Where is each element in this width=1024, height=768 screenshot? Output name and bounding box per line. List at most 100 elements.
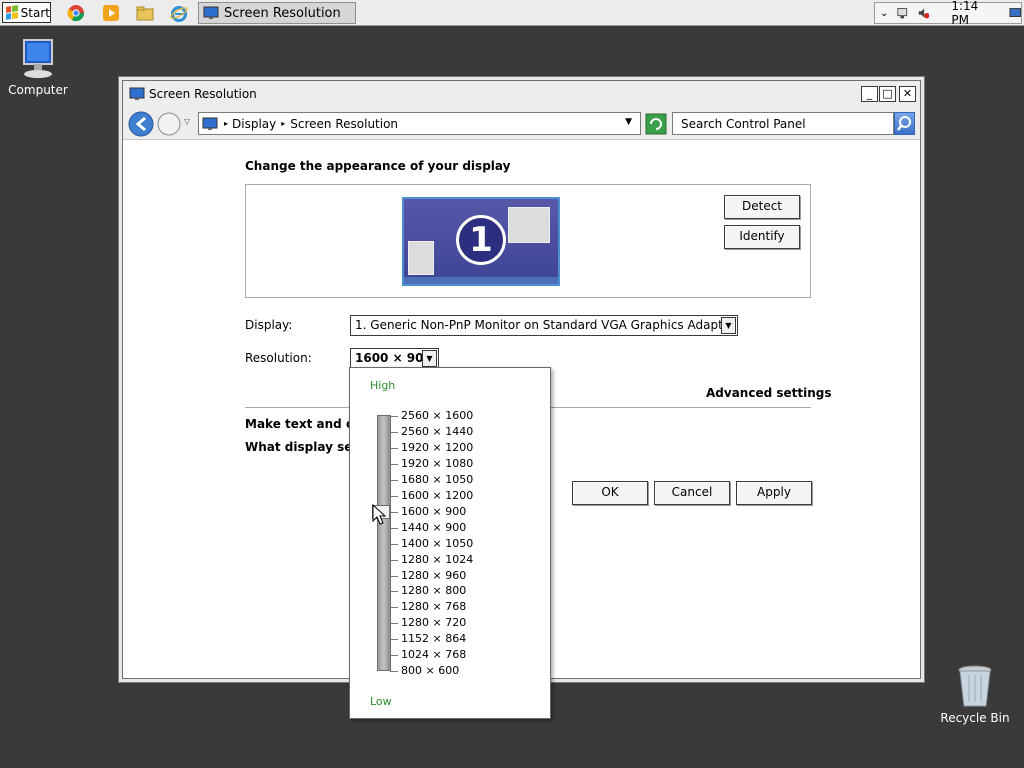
detect-button[interactable]: Detect [724, 195, 800, 219]
high-label: High [370, 379, 396, 392]
close-button[interactable]: ✕ [899, 86, 916, 102]
resolution-select[interactable]: 1600 × 900 ▼ [350, 348, 439, 369]
resolution-select-value: 1600 × 900 [355, 351, 432, 365]
system-tray: ⌄ 1:14 PM [874, 0, 1022, 27]
mouse-cursor-icon [372, 504, 387, 525]
resolution-option[interactable]: 1280 × 960 [401, 568, 466, 584]
resolution-tick [390, 495, 398, 497]
resolution-option[interactable]: 1600 × 900 [401, 504, 466, 520]
resolution-option[interactable]: 1920 × 1080 [401, 456, 473, 472]
resolution-tick [390, 639, 398, 641]
address-dropdown-icon[interactable]: ▼ [625, 117, 632, 127]
resolution-tick [390, 655, 398, 657]
computer-icon [23, 39, 53, 78]
resolution-option[interactable]: 1280 × 800 [401, 583, 466, 599]
ok-button[interactable]: OK [572, 481, 648, 505]
resolution-tick [390, 463, 398, 465]
desktop-icon-label: Computer [8, 83, 68, 97]
resolution-tick [390, 575, 398, 577]
resolution-option[interactable]: 1280 × 1024 [401, 552, 473, 568]
chevron-down-icon[interactable]: ▼ [422, 350, 437, 367]
search-input[interactable]: Search Control Panel [672, 112, 894, 135]
minimize-button[interactable]: _ [861, 86, 878, 102]
monitor-number: 1 [456, 215, 506, 265]
chrome-icon[interactable] [67, 4, 85, 22]
resolution-tick [390, 416, 398, 417]
resolution-option[interactable]: 800 × 600 [401, 663, 459, 679]
resolution-option[interactable]: 1280 × 720 [401, 615, 466, 631]
resolution-option[interactable]: 2560 × 1600 [401, 408, 473, 424]
forward-arrow-icon[interactable] [157, 110, 183, 138]
show-desktop-icon[interactable] [1008, 7, 1021, 19]
resolution-option[interactable]: 1280 × 768 [401, 599, 466, 615]
back-arrow-icon[interactable] [127, 110, 157, 138]
taskbar-button-label: Screen Resolution [224, 5, 341, 21]
start-button[interactable]: Start [2, 2, 51, 23]
breadcrumb-separator-icon: ▸ [224, 119, 229, 128]
taskbar-screen-resolution-button[interactable]: Screen Resolution [198, 2, 356, 24]
display-icon [129, 87, 145, 100]
internet-explorer-icon[interactable] [170, 4, 188, 22]
resolution-option[interactable]: 1440 × 900 [401, 520, 466, 536]
resolution-option[interactable]: 1024 × 768 [401, 647, 466, 663]
desktop-icon-recycle-bin[interactable]: Recycle Bin [938, 664, 1012, 725]
desktop-icon-label: Recycle Bin [940, 711, 1010, 725]
resolution-option[interactable]: 1920 × 1200 [401, 440, 473, 456]
chevron-down-icon[interactable]: ⌄ [880, 8, 888, 19]
resolution-option[interactable]: 2560 × 1440 [401, 424, 473, 440]
resolution-option[interactable]: 1152 × 864 [401, 631, 466, 647]
resolution-tick [390, 591, 398, 593]
recycle-bin-icon [958, 665, 992, 707]
resolution-tick [390, 479, 398, 481]
resolution-tick [390, 543, 398, 545]
resolution-tick [390, 559, 398, 561]
clock[interactable]: 1:14 PM [951, 0, 994, 27]
window-titlebar[interactable]: Screen Resolution _ □ ✕ [123, 81, 920, 108]
chevron-down-icon[interactable]: ▼ [721, 317, 736, 334]
advanced-settings-link[interactable]: Advanced settings [706, 386, 832, 400]
display-select-value: 1. Generic Non-PnP Monitor on Standard V… [355, 318, 736, 332]
search-button[interactable] [894, 112, 915, 135]
resolution-tick [390, 671, 398, 673]
resolution-option[interactable]: 1400 × 1050 [401, 536, 473, 552]
breadcrumb-screen-resolution[interactable]: Screen Resolution [290, 117, 398, 131]
window-title: Screen Resolution [149, 87, 257, 101]
start-label: Start [20, 5, 50, 20]
display-icon [203, 6, 219, 19]
desktop-icon-computer[interactable]: Computer [4, 38, 72, 97]
page-heading: Change the appearance of your display [245, 159, 511, 173]
preview-window-graphic [508, 207, 550, 243]
address-bar-area: ▽ ▸ Display ▸ Screen Resolution ▼ Search… [123, 108, 920, 140]
cancel-button[interactable]: Cancel [654, 481, 730, 505]
media-player-icon[interactable] [102, 4, 120, 22]
apply-button[interactable]: Apply [736, 481, 812, 505]
refresh-icon[interactable] [645, 113, 667, 135]
resolution-slider-track[interactable] [377, 415, 391, 671]
preview-window-graphic [408, 241, 434, 275]
recent-pages-chevron-icon[interactable]: ▽ [184, 117, 190, 126]
resolution-tick [390, 527, 398, 529]
identify-button[interactable]: Identify [724, 225, 800, 249]
search-icon [897, 116, 911, 131]
resolution-tick [390, 607, 398, 609]
control-panel-icon [202, 117, 218, 130]
low-label: Low [370, 695, 392, 708]
volume-muted-icon[interactable] [917, 6, 930, 20]
resolution-dropdown[interactable]: High 2560 × 1600 2560 × 1440 1920 × 1200 19… [349, 367, 551, 719]
preview-taskbar-graphic [404, 277, 558, 284]
address-field[interactable]: ▸ Display ▸ Screen Resolution ▼ [198, 112, 641, 135]
display-label: Display: [245, 318, 293, 332]
monitor-1-preview[interactable]: 1 [402, 197, 560, 286]
breadcrumb-display[interactable]: Display [232, 117, 276, 131]
maximize-button[interactable]: □ [879, 86, 896, 102]
display-preview-box: 1 Detect Identify [245, 184, 811, 298]
resolution-option[interactable]: 1600 × 1200 [401, 488, 473, 504]
network-icon[interactable] [896, 6, 908, 20]
resolution-option[interactable]: 1680 × 1050 [401, 472, 473, 488]
explorer-folder-icon[interactable] [136, 4, 154, 22]
taskbar: Start Screen Resolution ⌄ 1:14 PM [0, 0, 1024, 27]
display-select[interactable]: 1. Generic Non-PnP Monitor on Standard V… [350, 315, 738, 336]
resolution-tick [390, 623, 398, 625]
resolution-tick [390, 431, 398, 433]
breadcrumb-separator-icon: ▸ [281, 119, 286, 128]
